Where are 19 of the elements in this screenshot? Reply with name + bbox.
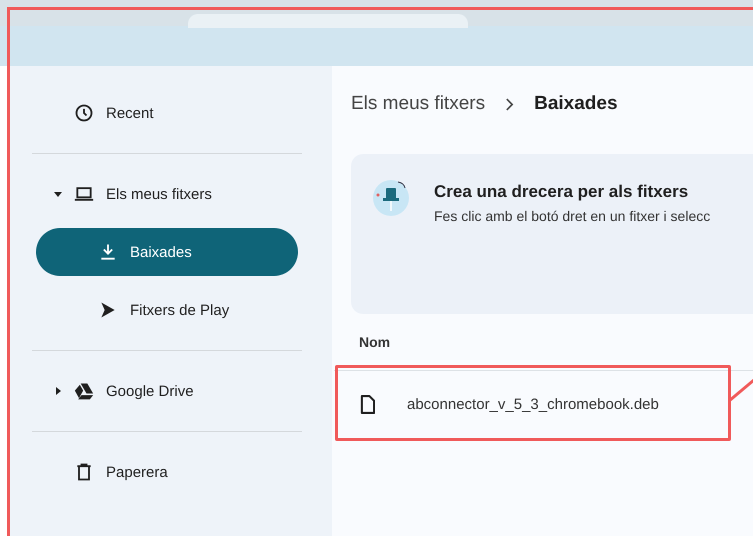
clock-icon	[74, 103, 94, 123]
sidebar-item[interactable]: Fitxers de Play	[36, 286, 298, 334]
column-header[interactable]: Nom	[359, 334, 390, 350]
drive-icon	[74, 381, 94, 401]
file-icon	[360, 394, 375, 414]
caret-icon[interactable]	[53, 386, 63, 396]
sidebar-item[interactable]: Recent	[36, 89, 298, 137]
sidebar-item[interactable]: Els meus fitxers	[36, 170, 298, 218]
sidebar-item[interactable]: Paperera	[36, 448, 298, 496]
file-row[interactable]: abconnector_v_5_3_chromebook.deb	[334, 371, 753, 437]
caret-icon[interactable]	[53, 189, 63, 199]
pin-illustration-icon	[371, 178, 411, 218]
chevron-icon	[505, 98, 514, 110]
sidebar-item[interactable]: Google Drive	[36, 367, 298, 415]
breadcrumb-item[interactable]: Baixades	[534, 93, 618, 115]
sidebar-item[interactable]: Baixades	[36, 228, 298, 276]
banner-text: Fes clic amb el botó dret en un fitxer i selecc	[434, 208, 710, 224]
breadcrumb-item[interactable]: Els meus fitxers	[351, 93, 486, 115]
banner-title: Crea una drecera per als fitxers	[434, 182, 690, 202]
